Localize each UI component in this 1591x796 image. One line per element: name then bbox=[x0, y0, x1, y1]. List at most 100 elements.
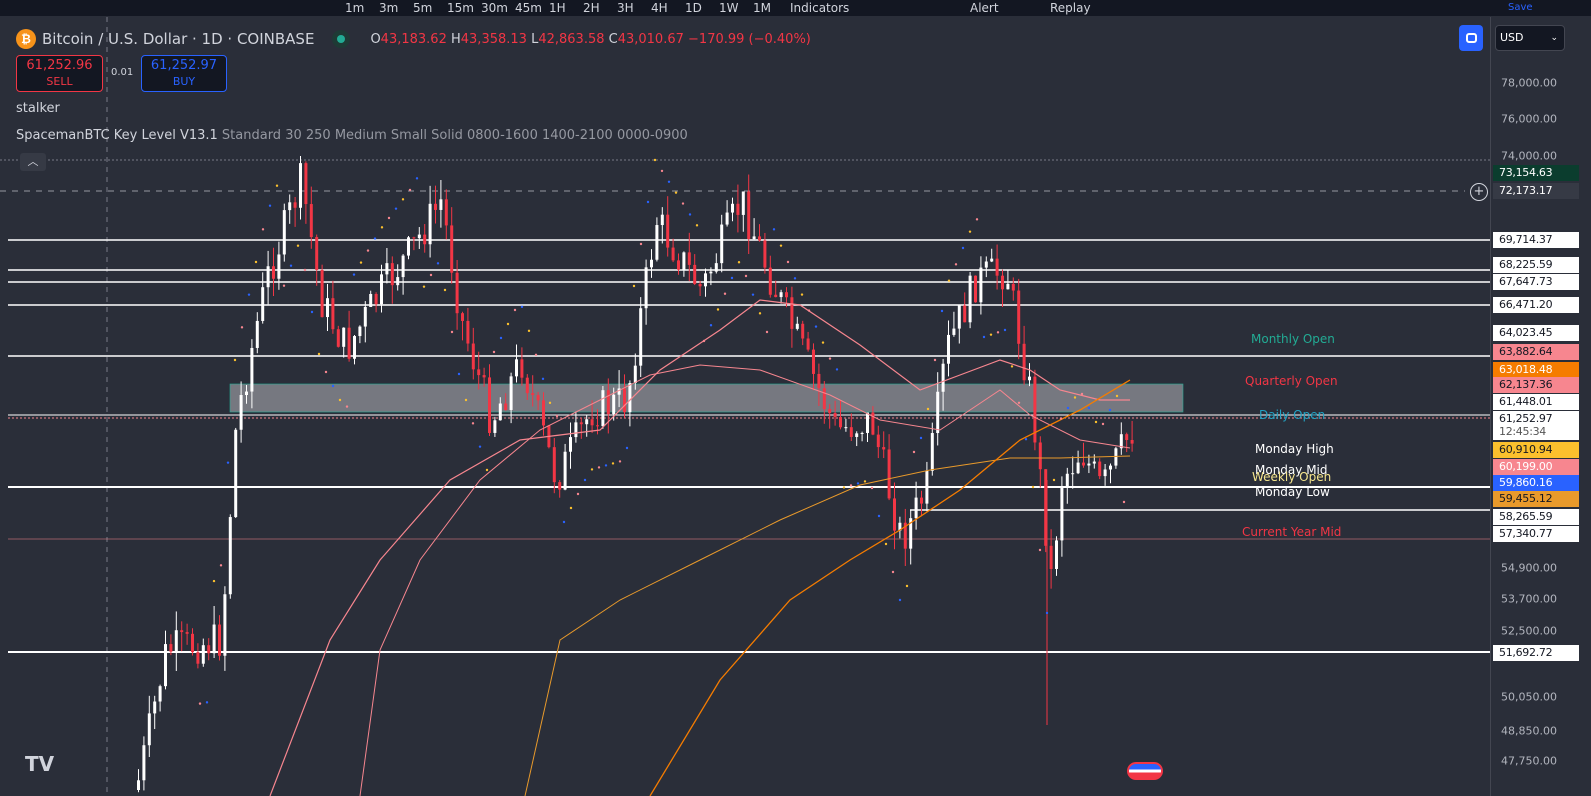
sar-dot bbox=[569, 506, 573, 510]
sar-dot bbox=[1094, 420, 1098, 424]
ohlc-values: O43,183.62 H43,358.13 L42,863.58 C43,010… bbox=[370, 31, 811, 47]
candle-body bbox=[482, 375, 486, 378]
sar-dot bbox=[835, 368, 839, 371]
sar-dot bbox=[730, 276, 734, 280]
sar-dot bbox=[457, 372, 461, 376]
candle-body bbox=[137, 780, 140, 790]
candle-body bbox=[385, 263, 389, 275]
sar-dot bbox=[289, 264, 293, 267]
candle-body bbox=[272, 266, 275, 279]
fullscreen-button[interactable] bbox=[1459, 25, 1483, 51]
candle-body bbox=[801, 323, 805, 339]
currency-select[interactable]: USD ⌄ bbox=[1495, 25, 1565, 51]
sar-dot bbox=[436, 262, 440, 265]
candle-body bbox=[455, 272, 459, 314]
sar-dot bbox=[527, 329, 531, 333]
save-button[interactable]: Save bbox=[1508, 1, 1533, 15]
sar-dot bbox=[758, 312, 762, 315]
candle-body bbox=[941, 363, 945, 392]
candle-body bbox=[876, 434, 880, 448]
price-axis[interactable]: USD ⌄ 78,000.00 76,000.00 74,000.00 54,900.0… bbox=[1490, 17, 1591, 796]
indicator-key-level[interactable]: SpacemanBTC Key Level V13.1 Standard 30 … bbox=[16, 128, 688, 143]
interval-3m[interactable]: 3m bbox=[379, 1, 398, 15]
candle-body bbox=[531, 393, 535, 396]
sar-dot bbox=[940, 309, 944, 313]
candle-body bbox=[498, 403, 502, 421]
candle-body bbox=[779, 292, 783, 298]
interval-45m[interactable]: 45m bbox=[515, 1, 542, 15]
candle-body bbox=[687, 252, 691, 265]
candle-body bbox=[374, 293, 378, 305]
buy-button[interactable]: 61,252.97 BUY bbox=[141, 55, 227, 92]
sar-dot bbox=[1003, 328, 1007, 332]
candle-body bbox=[655, 225, 659, 260]
candle-body bbox=[628, 383, 632, 413]
add-alert-icon[interactable]: + bbox=[1470, 183, 1488, 201]
interval-30m[interactable]: 30m bbox=[481, 1, 508, 15]
events-flag-icon[interactable] bbox=[1127, 762, 1163, 780]
collapse-legend-button[interactable]: ︿ bbox=[20, 153, 46, 171]
interval-1W[interactable]: 1W bbox=[719, 1, 739, 15]
candle-body bbox=[515, 359, 518, 377]
sell-button[interactable]: 61,252.96 SELL bbox=[16, 55, 103, 92]
sar-dot bbox=[541, 377, 545, 381]
interval-1M[interactable]: 1M bbox=[753, 1, 771, 15]
sar-dot bbox=[359, 261, 363, 264]
interval-3H[interactable]: 3H bbox=[617, 1, 634, 15]
interval-4H[interactable]: 4H bbox=[651, 1, 668, 15]
candle-body bbox=[558, 482, 562, 490]
price-label: 58,265.59 bbox=[1493, 509, 1579, 525]
candle-body bbox=[552, 447, 556, 483]
sar-dot bbox=[702, 339, 706, 343]
replay-button[interactable]: Replay bbox=[1050, 1, 1091, 15]
candle-body bbox=[833, 413, 837, 418]
sar-dot bbox=[625, 446, 629, 450]
candle-body bbox=[218, 624, 221, 656]
candle-body bbox=[466, 320, 470, 344]
interval-1m[interactable]: 1m bbox=[345, 1, 364, 15]
candle-body bbox=[461, 313, 464, 321]
candle-body bbox=[147, 713, 151, 746]
sar-dot bbox=[611, 462, 615, 465]
sar-dot bbox=[639, 242, 643, 246]
candle-body bbox=[563, 451, 567, 490]
sar-dot bbox=[422, 285, 426, 288]
sar-dot bbox=[401, 198, 405, 201]
interval-1H[interactable]: 1H bbox=[549, 1, 566, 15]
sar-dot bbox=[807, 309, 811, 312]
candle-body bbox=[1011, 283, 1015, 291]
interval-2H[interactable]: 2H bbox=[583, 1, 600, 15]
sar-dot bbox=[695, 224, 699, 227]
level-label-monday-high: Monday High bbox=[1255, 442, 1334, 456]
candle-body bbox=[704, 273, 707, 287]
axis-tick: 48,850.00 bbox=[1501, 724, 1557, 738]
sar-dot bbox=[275, 184, 279, 187]
indicators-button[interactable]: Indicators bbox=[790, 1, 849, 15]
candle-body bbox=[785, 292, 788, 298]
interval-1D[interactable]: 1D bbox=[685, 1, 702, 15]
candle-body bbox=[239, 395, 243, 430]
sar-dot bbox=[247, 293, 251, 296]
sar-dot bbox=[478, 445, 482, 448]
sar-dot bbox=[982, 335, 986, 339]
candle-body bbox=[925, 470, 929, 504]
sar-dot bbox=[996, 331, 1000, 334]
interval-15m[interactable]: 15m bbox=[447, 1, 474, 15]
sar-dot bbox=[905, 584, 909, 588]
candle-body bbox=[234, 429, 238, 518]
alert-button[interactable]: Alert bbox=[970, 1, 999, 15]
candle-body bbox=[1125, 434, 1129, 441]
axis-tick: 52,500.00 bbox=[1501, 624, 1557, 638]
candle-body bbox=[525, 377, 529, 394]
sar-dot bbox=[254, 260, 258, 264]
indicator-stalker[interactable]: stalker bbox=[16, 101, 60, 116]
candle-body bbox=[315, 237, 319, 270]
candle-body bbox=[353, 336, 356, 359]
candle-body bbox=[434, 203, 437, 210]
level-label-monday-low: Monday Low bbox=[1255, 485, 1330, 499]
candle-body bbox=[245, 391, 248, 396]
candle-body bbox=[228, 517, 232, 595]
symbol-title[interactable]: Bitcoin / U.S. Dollar · 1D · COINBASE bbox=[42, 30, 314, 48]
candle-body bbox=[428, 203, 432, 245]
interval-5m[interactable]: 5m bbox=[413, 1, 432, 15]
